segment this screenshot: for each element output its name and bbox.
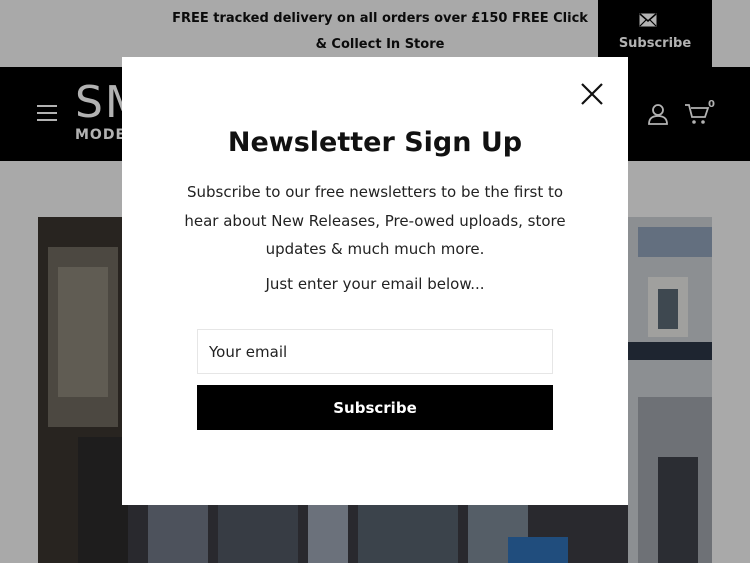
email-field[interactable]: [197, 329, 553, 374]
modal-description: Subscribe to our free newsletters to be …: [184, 183, 566, 258]
newsletter-modal: Newsletter Sign Up Subscribe to our free…: [122, 57, 628, 505]
close-icon[interactable]: [579, 81, 605, 107]
modal-title: Newsletter Sign Up: [227, 127, 523, 158]
subscribe-button[interactable]: Subscribe: [197, 385, 553, 430]
modal-subtext: Just enter your email below...: [265, 275, 485, 293]
